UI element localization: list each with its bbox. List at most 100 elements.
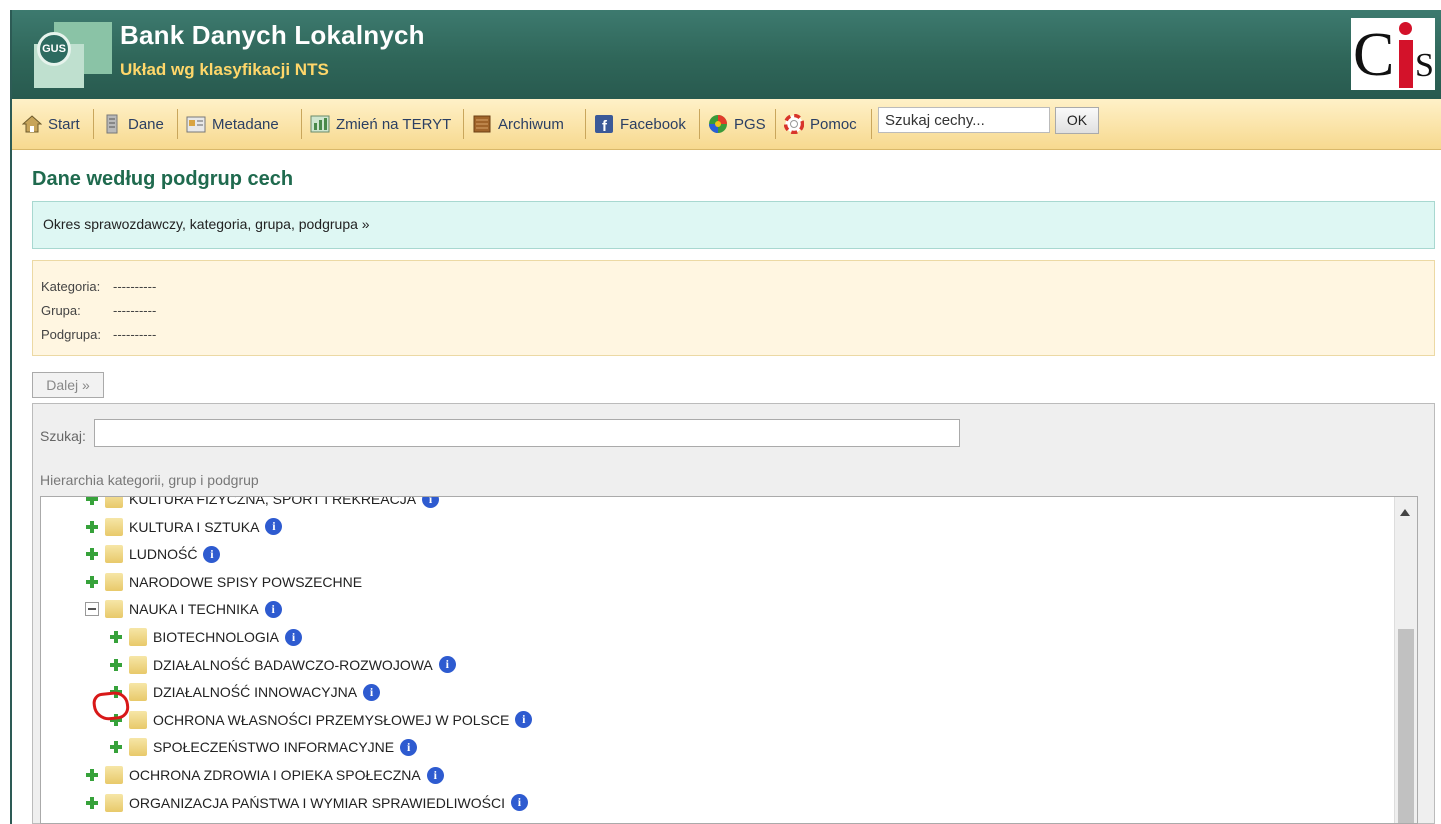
podgrupa-row: Podgrupa: ---------- (41, 323, 1426, 347)
selection-summary: Kategoria: ---------- Grupa: ---------- Po… (32, 260, 1435, 356)
toolbar-metadane-label: Metadane (212, 115, 279, 133)
tree-search-input[interactable] (94, 419, 960, 447)
info-icon[interactable]: i (285, 628, 303, 646)
tree-node[interactable]: NARODOWE SPISY POWSZECHNE (85, 570, 362, 594)
toolbar-zmien-teryt-label: Zmień na TERYT (336, 115, 452, 133)
hierarchy-label: Hierarchia kategorii, grup i podgrup (40, 472, 259, 488)
app-title: Bank Danych Lokalnych (120, 20, 425, 50)
expand-plus-icon[interactable] (109, 658, 123, 672)
toolbar-zmien-teryt[interactable]: Zmień na TERYT (306, 109, 464, 139)
toolbar-pomoc[interactable]: Pomoc (780, 109, 872, 139)
collapse-minus-icon[interactable] (85, 602, 99, 617)
podgrupa-label: Podgrupa: (41, 327, 101, 342)
toolbar-dane-label: Dane (128, 115, 164, 133)
info-icon[interactable]: i (400, 738, 418, 756)
page-title: Dane według podgrup cech (32, 168, 294, 190)
app-subtitle: Układ wg klasyfikacji NTS (120, 60, 329, 79)
info-icon[interactable]: i (438, 656, 456, 674)
toolbar-facebook[interactable]: f Facebook (590, 109, 700, 139)
tree-node-label[interactable]: SPOŁECZEŃSTWO INFORMACYJNE (153, 739, 394, 755)
tree-node[interactable]: SPOŁECZEŃSTWO INFORMACYJNE i (109, 735, 418, 759)
tree-node[interactable]: LUDNOŚĆ i (85, 542, 221, 566)
toolbar-archiwum[interactable]: Archiwum (468, 109, 586, 139)
folder-icon (129, 738, 147, 757)
folder-icon (105, 766, 123, 784)
category-tree[interactable]: KULTURA FIZYCZNA, SPORT I REKREACJA i KULT… (40, 496, 1418, 824)
toolbar-start[interactable]: Start (18, 109, 94, 139)
tree-node-label[interactable]: KULTURA I SZTUKA (129, 519, 259, 535)
kategoria-row: Kategoria: ---------- (41, 275, 1426, 299)
scroll-up-arrow-icon[interactable] (1400, 509, 1410, 516)
tree-node[interactable]: ORGANIZACJA PAŃSTWA I WYMIAR SPRAWIEDLIW… (85, 791, 528, 815)
toolbar-facebook-label: Facebook (620, 115, 686, 133)
tree-node[interactable]: DZIAŁALNOŚĆ INNOWACYJNA i (109, 680, 381, 704)
tree-node[interactable]: BIOTECHNOLOGIA i (109, 625, 303, 649)
folder-icon (105, 497, 123, 508)
tree-node-label[interactable]: NAUKA I TECHNIKA (129, 601, 259, 617)
expand-plus-icon[interactable] (85, 768, 99, 782)
toolbar-dane[interactable]: Dane (98, 109, 178, 139)
breadcrumb-text[interactable]: Okres sprawozdawczy, kategoria, grupa, p… (43, 216, 370, 232)
expand-plus-icon[interactable] (85, 796, 99, 810)
tree-node-label[interactable]: LUDNOŚĆ (129, 546, 197, 562)
archive-icon (473, 115, 491, 133)
feature-search-ok-button[interactable]: OK (1055, 107, 1099, 134)
toolbar-start-label: Start (48, 115, 80, 133)
grupa-value: ---------- (113, 303, 157, 318)
folder-icon (105, 572, 123, 591)
expand-plus-icon[interactable] (85, 497, 99, 506)
tree-node-label[interactable]: DZIAŁALNOŚĆ INNOWACYJNA (153, 684, 357, 700)
facebook-icon: f (595, 115, 613, 134)
next-button[interactable]: Dalej » (32, 372, 104, 398)
expand-plus-icon[interactable] (85, 575, 99, 589)
info-icon[interactable]: i (515, 711, 533, 729)
home-icon (22, 115, 42, 133)
tree-node-label[interactable]: OCHRONA WŁASNOŚCI PRZEMYSŁOWEJ W POLSCE (153, 712, 509, 728)
tree-node-label[interactable]: ORGANIZACJA PAŃSTWA I WYMIAR SPRAWIEDLIW… (129, 795, 505, 811)
tree-node[interactable]: OCHRONA ZDROWIA I OPIEKA SPOŁECZNA i (85, 763, 444, 787)
tree-node-label[interactable]: BIOTECHNOLOGIA (153, 629, 279, 645)
tree-node-label[interactable]: OCHRONA ZDROWIA I OPIEKA SPOŁECZNA (129, 767, 421, 783)
expand-plus-icon[interactable] (109, 740, 123, 754)
folder-icon (105, 793, 123, 812)
tree-node[interactable]: KULTURA I SZTUKA i (85, 515, 283, 539)
expand-plus-icon[interactable] (109, 630, 123, 644)
toolbar-metadane[interactable]: Metadane (182, 109, 302, 139)
toolbar: Start Dane Metadane Zmień na TERYT Archi… (12, 99, 1441, 150)
info-icon[interactable]: i (264, 600, 282, 618)
database-icon (106, 114, 118, 134)
kategoria-value: ---------- (113, 279, 157, 294)
tree-node[interactable]: KULTURA FIZYCZNA, SPORT I REKREACJA i (85, 497, 440, 511)
cis-logo[interactable]: C S (1351, 18, 1435, 90)
feature-search-input[interactable] (878, 107, 1050, 133)
gus-logo-icon: GUS (37, 32, 71, 66)
tree-node[interactable]: DZIAŁALNOŚĆ BADAWCZO-ROZWOJOWA i (109, 653, 456, 677)
info-icon[interactable]: i (363, 683, 381, 701)
gus-logo[interactable]: GUS (24, 22, 114, 88)
tree-node-label[interactable]: DZIAŁALNOŚĆ BADAWCZO-ROZWOJOWA (153, 657, 433, 673)
tree-node[interactable]: NAUKA I TECHNIKA i (85, 597, 282, 621)
folder-icon (129, 628, 147, 646)
toolbar-pomoc-label: Pomoc (810, 115, 857, 133)
expand-plus-icon[interactable] (85, 547, 99, 561)
scroll-thumb[interactable] (1398, 629, 1414, 823)
info-icon[interactable]: i (265, 518, 283, 536)
tree-node-label[interactable]: KULTURA FIZYCZNA, SPORT I REKREACJA (129, 497, 416, 507)
tree-node-label[interactable]: NARODOWE SPISY POWSZECHNE (129, 574, 362, 590)
tree-scrollbar[interactable] (1394, 497, 1417, 823)
info-icon[interactable]: i (426, 766, 444, 784)
toolbar-pgs-label: PGS (734, 115, 766, 133)
metadata-icon (186, 116, 206, 133)
breadcrumb: Okres sprawozdawczy, kategoria, grupa, p… (32, 201, 1435, 249)
toolbar-pgs[interactable]: PGS (704, 109, 776, 139)
switch-icon (310, 115, 330, 133)
tree-node[interactable]: OCHRONA WŁASNOŚCI PRZEMYSŁOWEJ W POLSCE i (109, 708, 533, 732)
podgrupa-value: ---------- (113, 327, 157, 342)
info-icon[interactable]: i (510, 794, 528, 812)
expand-plus-icon[interactable] (85, 520, 99, 534)
folder-icon (105, 517, 123, 536)
folder-icon (129, 683, 147, 702)
info-icon[interactable]: i (203, 545, 221, 563)
kategoria-label: Kategoria: (41, 279, 101, 294)
info-icon[interactable]: i (422, 497, 440, 508)
